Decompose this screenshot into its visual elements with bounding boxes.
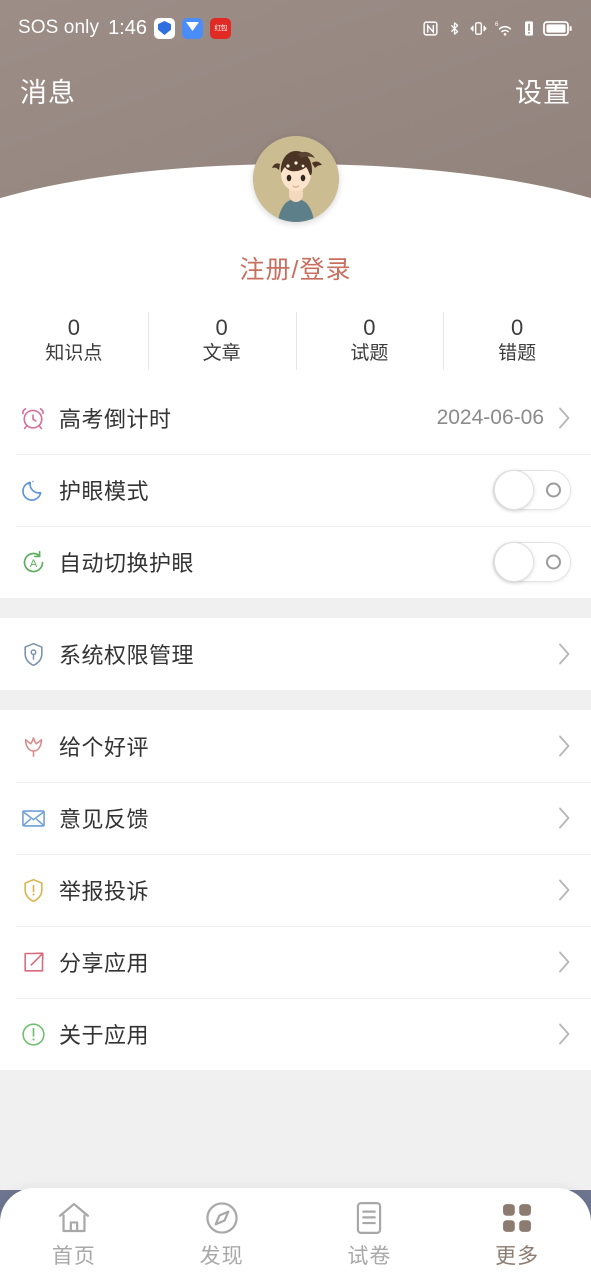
envelope-icon [16,801,50,835]
stat-label: 错题 [498,342,537,364]
toggle-knob [494,542,534,582]
stat-value: 0 [363,314,376,340]
compass-icon [205,1201,238,1234]
grid-icon [503,1203,532,1232]
settings-section-preferences: 高考倒计时 2024-06-06 护眼模式 A 自动切换护眼 [0,382,591,598]
row-label: 护眼模式 [59,479,150,504]
tab-home[interactable]: 首页 [0,1188,148,1280]
vibrate-icon [470,21,487,35]
svg-text:A: A [29,558,37,570]
chevron-right-icon [559,643,570,665]
messenger-app-icon [182,17,203,39]
chevron-right-icon [559,735,570,757]
stat-articles[interactable]: 0 文章 [147,300,296,382]
row-gaokao-countdown[interactable]: 高考倒计时 2024-06-06 [0,382,591,454]
auto-switch-icon: A [16,545,50,579]
row-label: 系统权限管理 [59,643,195,668]
row-auto-eye-protection[interactable]: A 自动切换护眼 [0,526,591,598]
stat-wrong-questions[interactable]: 0 错题 [443,300,591,382]
settings-section-support: 给个好评 意见反馈 举报投诉 分享应用 关于应用 [0,710,591,1070]
status-bar: SOS only 1:46 红包 6 [0,0,591,56]
shield-key-icon [16,637,50,671]
auto-eye-protection-toggle[interactable] [493,542,571,582]
nfc-icon [423,20,438,36]
moon-icon [16,473,50,507]
tab-more[interactable]: 更多 [443,1188,591,1280]
row-label: 关于应用 [59,1023,150,1048]
svg-text:6: 6 [495,21,499,28]
stat-value: 0 [511,314,524,340]
stat-knowledge[interactable]: 0 知识点 [0,300,148,382]
toggle-indicator [546,554,561,570]
settings-list: 高考倒计时 2024-06-06 护眼模式 A 自动切换护眼 系统权限管理 给个… [0,382,591,1190]
avatar[interactable] [252,136,339,222]
avatar-illustration [252,136,339,222]
app-screen: SOS only 1:46 红包 6 消息 设置 注册/登录 0 知识点 0 文… [0,0,591,1280]
stat-questions[interactable]: 0 试题 [295,300,444,382]
clock-label: 1:46 [108,16,147,39]
bottom-tab-bar: 首页 发现 试卷 更多 [0,1188,591,1280]
row-eye-protection-mode[interactable]: 护眼模式 [0,454,591,526]
report-shield-icon [16,873,50,907]
login-register-link[interactable]: 注册/登录 [0,250,591,286]
row-label: 高考倒计时 [59,407,172,432]
home-icon [58,1202,89,1232]
info-circle-icon [16,1017,50,1051]
row-label: 自动切换护眼 [59,551,195,576]
row-share-app[interactable]: 分享应用 [0,926,591,998]
chevron-right-icon [559,879,570,901]
status-bar-left: SOS only 1:46 红包 [18,17,231,40]
toggle-knob [494,470,534,510]
tab-label: 发现 [199,1244,244,1268]
section-divider [0,690,591,710]
tab-label: 试卷 [347,1244,392,1268]
stat-label: 文章 [202,342,241,364]
row-label: 给个好评 [59,735,150,760]
wifi6-icon: 6 [495,21,512,36]
row-about-app[interactable]: 关于应用 [0,998,591,1070]
row-label: 分享应用 [59,951,150,976]
row-rate-app[interactable]: 给个好评 [0,710,591,782]
tab-label: 首页 [51,1244,96,1268]
stat-label: 知识点 [45,342,103,364]
chevron-right-icon [559,807,570,829]
stat-value: 0 [215,314,228,340]
nav-title-row: 消息 设置 [0,62,591,118]
row-report-complaint[interactable]: 举报投诉 [0,854,591,926]
bluetooth-icon [450,21,459,35]
chevron-right-icon [559,1023,570,1045]
toggle-indicator [546,482,561,498]
signal-alert-icon [525,20,533,36]
stat-label: 试题 [350,342,389,364]
stats-row: 0 知识点 0 文章 0 试题 0 错题 [0,300,591,382]
countdown-date-value: 2024-06-06 [436,406,544,429]
row-feedback[interactable]: 意见反馈 [0,782,591,854]
tab-discover[interactable]: 发现 [148,1188,296,1280]
row-label: 意见反馈 [59,807,150,832]
settings-button[interactable]: 设置 [515,71,571,110]
row-system-permissions[interactable]: 系统权限管理 [0,618,591,690]
eye-protection-toggle[interactable] [493,470,571,510]
red-app-icon: 红包 [210,17,231,39]
tab-label: 更多 [495,1244,540,1268]
share-icon [16,945,50,979]
shield-app-icon [154,17,175,39]
settings-section-permissions: 系统权限管理 [0,618,591,690]
messages-button[interactable]: 消息 [20,71,76,110]
tulip-icon [16,729,50,763]
alarm-clock-icon [16,401,50,435]
section-divider [0,598,591,618]
status-bar-right: 6 [422,19,573,38]
row-label: 举报投诉 [59,879,150,904]
paper-icon [357,1201,382,1234]
chevron-right-icon [559,951,570,973]
battery-icon [543,20,572,36]
stat-value: 0 [67,314,80,340]
chevron-right-icon [559,407,570,429]
carrier-label: SOS only [18,17,100,38]
tab-papers[interactable]: 试卷 [296,1188,444,1280]
